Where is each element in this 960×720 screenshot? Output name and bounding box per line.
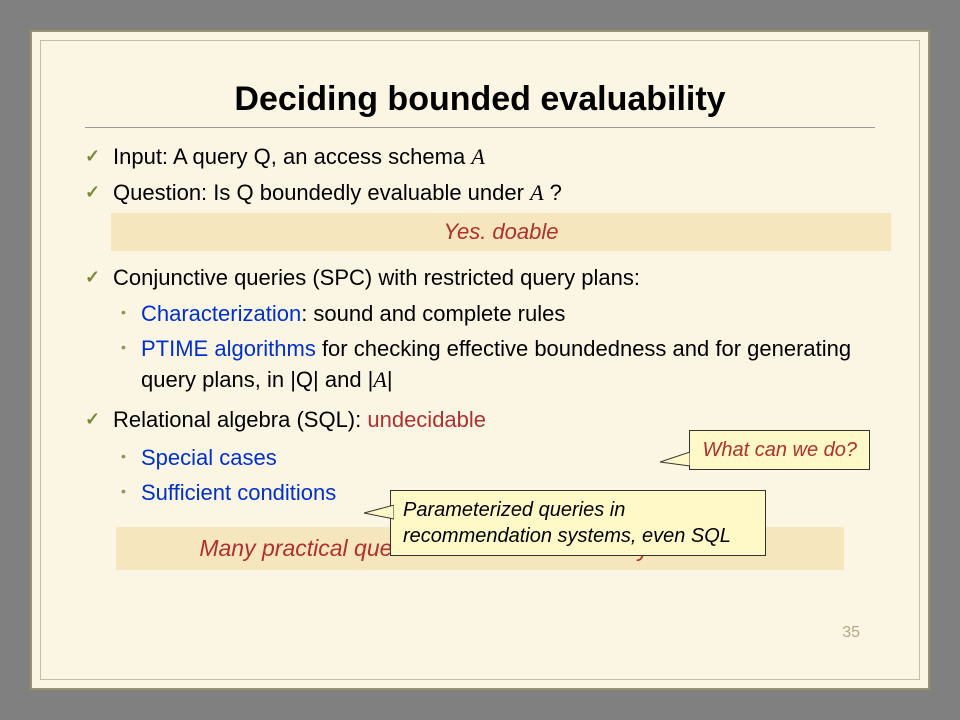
text-a: A xyxy=(530,180,543,205)
callout-tail-1 xyxy=(660,452,690,472)
text: ? xyxy=(544,180,562,205)
callout-param: Parameterized queries in recommendation … xyxy=(390,490,766,556)
text-blue: Special cases xyxy=(141,445,277,470)
sub-characterization: Characterization: sound and complete rul… xyxy=(85,299,875,330)
text-blue: PTIME algorithms xyxy=(141,336,316,361)
bullet-spc: Conjunctive queries (SPC) with restricte… xyxy=(85,263,875,293)
answer-box: Yes. doable xyxy=(111,213,891,251)
text-red: undecidable xyxy=(367,407,486,432)
text: Question: Is Q boundedly evaluable under xyxy=(113,180,530,205)
text: : sound and complete rules xyxy=(301,301,565,326)
text: | xyxy=(387,367,393,392)
text-blue: Characterization xyxy=(141,301,301,326)
slide: Deciding bounded evaluability Input: A q… xyxy=(30,30,930,690)
bullet-input: Input: A query Q, an access schema A xyxy=(85,142,875,172)
text: What can we do? xyxy=(702,439,857,461)
text: Input: A query Q, an access schema xyxy=(113,144,471,169)
title-divider xyxy=(85,127,875,128)
text: Parameterized queries in recommendation … xyxy=(403,499,731,547)
callout-tail-2 xyxy=(364,505,394,525)
page-number: 35 xyxy=(842,624,860,642)
text-blue: Sufficient conditions xyxy=(141,480,336,505)
callout-question: What can we do? xyxy=(689,430,870,470)
text: Relational algebra (SQL): xyxy=(113,407,367,432)
text-a: A xyxy=(373,367,386,392)
text-a: A xyxy=(471,144,484,169)
slide-title: Deciding bounded evaluability xyxy=(85,80,875,119)
bullet-question: Question: Is Q boundedly evaluable under… xyxy=(85,178,875,208)
sub-ptime: PTIME algorithms for checking effective … xyxy=(85,334,875,396)
